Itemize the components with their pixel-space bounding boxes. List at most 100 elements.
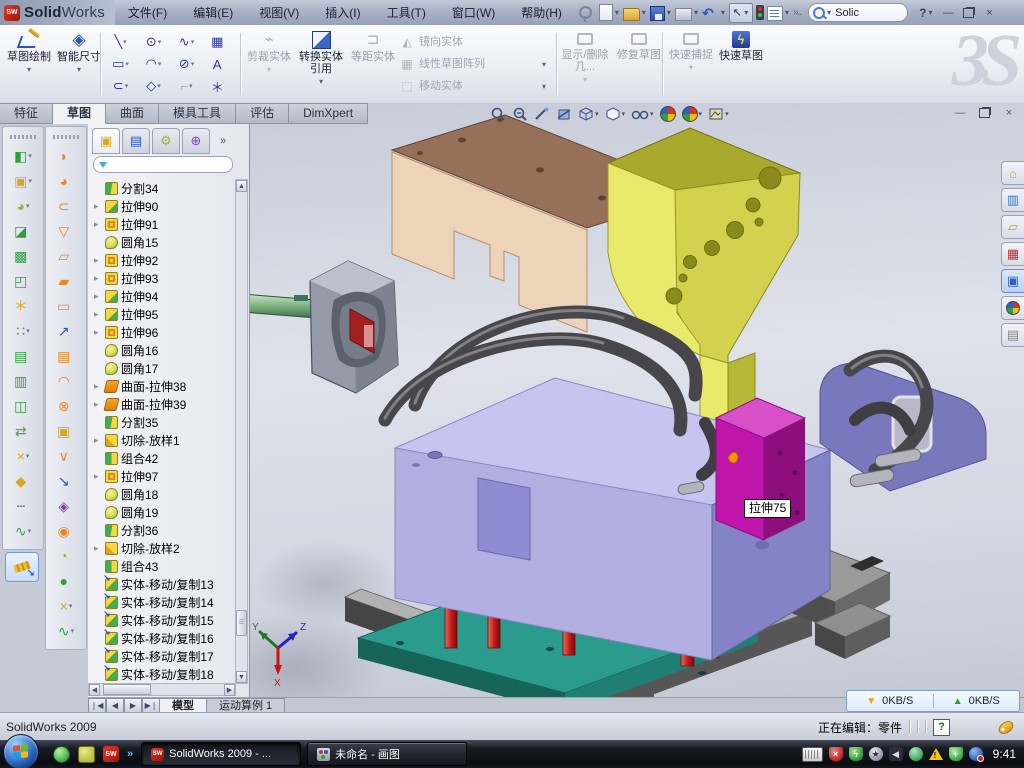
toolbar-button[interactable]: ◪ ▾ xyxy=(4,218,42,243)
toolbar-button[interactable]: ∿ ▾ xyxy=(4,518,42,543)
tree-item[interactable]: ▸ 实体-移动/复制17 xyxy=(94,647,236,665)
menu-item[interactable]: 帮助(H) xyxy=(508,0,575,25)
toolbar-button[interactable]: ◫ ▾ xyxy=(4,393,42,418)
sketch-entity-button[interactable]: ⊙ ▾ xyxy=(137,31,170,53)
toolbar-button[interactable]: ∷ ▾ xyxy=(4,318,42,343)
tray-badge-icon[interactable]: ★ xyxy=(869,747,883,761)
tree-item[interactable]: ▸ 分割35 xyxy=(94,413,236,431)
ribbon-tab[interactable]: 模具工具 xyxy=(159,103,236,124)
tree-item[interactable]: ▸ 拉伸95 xyxy=(94,305,236,323)
sketch-button[interactable]: 草图绘制 ▾ xyxy=(4,29,54,99)
convert-entities-button[interactable]: 转换实体引用 ▾ xyxy=(296,29,346,99)
tree-item[interactable]: ▸ 组合42 xyxy=(94,449,236,467)
toolbox-tab[interactable]: ▦ xyxy=(1001,242,1024,266)
section-view-icon[interactable] xyxy=(556,106,572,122)
design-library-tab[interactable]: ▥ xyxy=(1001,188,1024,212)
restore-button[interactable] xyxy=(963,8,974,18)
file-explorer-tab[interactable]: ▱ xyxy=(1001,215,1024,239)
tree-filter-input[interactable] xyxy=(93,156,233,173)
last-tab-button[interactable]: ▶❘ xyxy=(142,698,160,713)
expand-arrow-icon[interactable]: ▸ xyxy=(94,219,102,230)
expand-arrow-icon[interactable]: ▸ xyxy=(94,273,102,284)
tray-update-icon[interactable] xyxy=(969,747,983,761)
repair-sketch-button[interactable]: 修复草图 xyxy=(614,29,664,99)
panel-tabs-overflow[interactable]: » xyxy=(220,135,226,147)
expand-arrow-icon[interactable]: ▸ xyxy=(94,381,102,392)
tree-item[interactable]: ▸ 圆角16 xyxy=(94,341,236,359)
toolbar-button[interactable]: ＊ ▾ xyxy=(4,293,42,318)
ribbon-tab[interactable]: DimXpert xyxy=(289,103,368,124)
print-icon[interactable] xyxy=(675,8,692,21)
custom-properties-tab[interactable]: ▤ xyxy=(1001,323,1024,347)
doc-restore-button[interactable] xyxy=(979,108,990,118)
motion-study-tab[interactable]: 运动算例 1 xyxy=(207,698,285,713)
tree-item[interactable]: ▸ 拉伸96 xyxy=(94,323,236,341)
smart-dimension-button[interactable]: ◈ 智能尺寸 ▾ xyxy=(54,29,104,99)
part-yellow-bracket[interactable] xyxy=(608,128,800,443)
toolbar-button[interactable]: ◗ ▾ xyxy=(47,143,85,168)
view-palette-tab[interactable]: ▣ xyxy=(1001,269,1024,293)
dimxpertmanager-tab[interactable]: ⊕ xyxy=(182,128,210,154)
select-tool-button[interactable]: ↖ ▾ xyxy=(729,3,753,23)
tree-item[interactable]: ▸ 实体-移动/复制16 xyxy=(94,629,236,647)
scroll-up-button[interactable]: ▲ xyxy=(236,180,247,192)
zoom-to-fit-icon[interactable] xyxy=(490,106,506,122)
scroll-thumb[interactable] xyxy=(103,684,151,695)
scroll-down-button[interactable]: ▼ xyxy=(236,671,247,683)
expand-arrow-icon[interactable]: ▸ xyxy=(94,291,102,302)
tree-item[interactable]: ▸ 实体-移动/复制15 xyxy=(94,611,236,629)
sketch-entity-button[interactable]: ∿ ▾ xyxy=(170,31,203,53)
configurationmanager-tab[interactable]: ⚙ xyxy=(152,128,180,154)
tree-item[interactable]: ▸ 实体-移动/复制14 xyxy=(94,593,236,611)
expand-arrow-icon[interactable]: ▸ xyxy=(94,309,102,320)
magnified-selection-icon[interactable] xyxy=(534,106,550,122)
menu-item[interactable]: 编辑(E) xyxy=(180,0,246,25)
sketch-entity-button[interactable]: A ▾ xyxy=(203,53,236,75)
menu-item[interactable]: 插入(I) xyxy=(312,0,373,25)
edit-appearance-icon[interactable] xyxy=(660,106,676,122)
toolbar-button[interactable]: ◕ ▾ xyxy=(47,168,85,193)
expand-arrow-icon[interactable]: ▸ xyxy=(94,255,102,266)
offset-entities-button[interactable]: ⊐ 等距实体 xyxy=(348,29,398,99)
sketch-entity-button[interactable]: ◠ ▾ xyxy=(137,53,170,75)
tree-horizontal-scrollbar[interactable]: ◀ ▶ xyxy=(88,683,236,696)
part-magenta-block[interactable] xyxy=(716,398,805,540)
expand-arrow-icon[interactable]: ▸ xyxy=(94,471,102,482)
trim-entities-button[interactable]: ⌁ 剪裁实体 ▾ xyxy=(244,29,294,99)
sketch-entity-button[interactable]: ⊘ ▾ xyxy=(170,53,203,75)
menu-item[interactable]: 窗口(W) xyxy=(439,0,508,25)
scroll-thumb[interactable] xyxy=(236,610,247,636)
ribbon-tab[interactable]: 评估 xyxy=(236,103,289,124)
tree-item[interactable]: ▸ 切除-放样1 xyxy=(94,431,236,449)
toolbar-button[interactable]: ◆ ▾ xyxy=(4,468,42,493)
rapid-sketch-button[interactable]: ϟ 快速草图 xyxy=(716,29,766,99)
open-document-icon[interactable] xyxy=(623,8,640,21)
scroll-right-button[interactable]: ▶ xyxy=(224,684,235,696)
toolbar-overflow[interactable]: ».. xyxy=(793,7,801,18)
toolbar-button[interactable]: ▤ ▾ xyxy=(47,343,85,368)
toolbar-button[interactable]: ◧ ▾ xyxy=(4,143,42,168)
tree-item[interactable]: ▸ 拉伸92 xyxy=(94,251,236,269)
toolbar-button[interactable]: ◉ ▾ xyxy=(47,518,85,543)
toolbar-button[interactable]: ◈ ▾ xyxy=(47,493,85,518)
input-method-keyboard-icon[interactable] xyxy=(802,747,823,762)
tree-item[interactable]: ▸ 圆角19 xyxy=(94,503,236,521)
tree-item[interactable]: ▸ 圆角18 xyxy=(94,485,236,503)
toolbar-button[interactable]: ◰ ▾ xyxy=(4,268,42,293)
featuremanager-tab[interactable]: ▣ xyxy=(92,128,120,154)
taskbar-button-paint[interactable]: 未命名 - 画图 xyxy=(307,742,467,766)
tree-item[interactable]: ▸ 曲面-拉伸38 xyxy=(94,377,236,395)
status-help-icon[interactable]: ? xyxy=(933,719,950,736)
mirror-entities-button[interactable]: ◭ 镜向实体 xyxy=(398,31,550,53)
toolbar-button[interactable]: ∨ ▾ xyxy=(47,443,85,468)
toolbar-button[interactable]: × ▾ xyxy=(4,443,42,468)
toolbar-button[interactable]: ⇄ ▾ xyxy=(4,418,42,443)
tray-network-icon[interactable] xyxy=(909,747,923,761)
toolbar-button[interactable]: ◔ ▾ xyxy=(47,543,85,568)
toolbar-button[interactable]: ▣ ▾ xyxy=(4,168,42,193)
scroll-left-button[interactable]: ◀ xyxy=(89,684,100,696)
sketch-entity-button[interactable]: ⌐ ▾ xyxy=(170,75,203,97)
model-tab[interactable]: 模型 xyxy=(160,698,207,713)
tray-warning-icon[interactable]: ! xyxy=(929,748,943,760)
toolbar-button[interactable]: ▣ ▾ xyxy=(47,418,85,443)
